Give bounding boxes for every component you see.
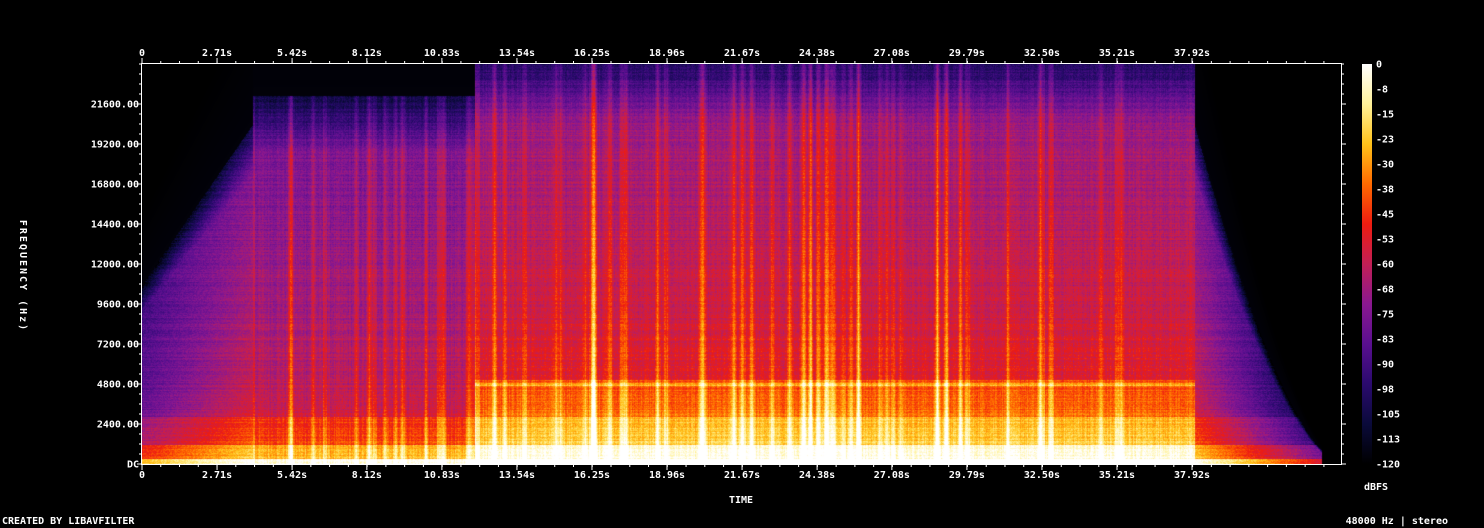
colorbar-label: dBFS — [1364, 482, 1388, 493]
x-tick-label-bottom: 27.08s — [874, 470, 910, 481]
footer-credit: CREATED BY LIBAVFILTER — [2, 516, 135, 527]
x-tick-label-top: 2.71s — [202, 48, 232, 59]
colorbar-tick-label: -113 — [1376, 435, 1400, 446]
x-tick-label-bottom: 16.25s — [574, 470, 610, 481]
colorbar-tick-label: -105 — [1376, 410, 1400, 421]
colorbar-tick-label: -15 — [1376, 110, 1394, 121]
x-tick-label-top: 32.50s — [1024, 48, 1060, 59]
plot-area — [141, 63, 1342, 465]
y-tick-label: 4800.00 — [97, 380, 139, 391]
x-tick-label-top: 13.54s — [499, 48, 535, 59]
y-axis-label: FREQUENCY (Hz) — [17, 220, 28, 332]
x-tick-label-bottom: 21.67s — [724, 470, 760, 481]
y-tick-label: DC — [127, 460, 139, 471]
y-tick-label: 21600.00 — [91, 100, 139, 111]
colorbar-gradient — [1362, 64, 1372, 464]
colorbar-tick-label: -68 — [1376, 285, 1394, 296]
x-tick-label-bottom: 37.92s — [1174, 470, 1210, 481]
colorbar-tick-label: -120 — [1376, 460, 1400, 471]
x-tick-label-top: 35.21s — [1099, 48, 1135, 59]
x-tick-label-bottom: 13.54s — [499, 470, 535, 481]
spectrogram-image — [142, 64, 1341, 464]
y-tick-label: 9600.00 — [97, 300, 139, 311]
x-tick-label-bottom: 5.42s — [277, 470, 307, 481]
spectrogram-chart: 0 2.71s 5.42s 8.12s 10.83s 13.54s 16.25s 18.96s… — [17, 48, 1400, 506]
x-tick-label-top: 8.12s — [352, 48, 382, 59]
y-tick-label: 2400.00 — [97, 420, 139, 431]
x-tick-label-top: 24.38s — [799, 48, 835, 59]
x-tick-label-bottom: 35.21s — [1099, 470, 1135, 481]
colorbar-tick-label: -8 — [1376, 85, 1388, 96]
colorbar-tick-label: -90 — [1376, 360, 1394, 371]
colorbar-tick-label: 0 — [1376, 60, 1382, 71]
x-tick-label-top: 0 — [139, 48, 145, 59]
x-tick-label-bottom: 0 — [139, 470, 145, 481]
y-tick-label: 16800.00 — [91, 180, 139, 191]
x-axis-bottom: 0 2.71s 5.42s 8.12s 10.83s 13.54s 16.25s 18.96s… — [139, 464, 1325, 481]
x-tick-label-top: 29.79s — [949, 48, 985, 59]
x-tick-label-bottom: 29.79s — [949, 470, 985, 481]
colorbar-tick-label: -60 — [1376, 260, 1394, 271]
colorbar-tick-label: -98 — [1376, 385, 1394, 396]
x-tick-label-bottom: 32.50s — [1024, 470, 1060, 481]
x-tick-label-top: 5.42s — [277, 48, 307, 59]
colorbar-tick-label: -23 — [1376, 135, 1394, 146]
x-tick-label-bottom: 10.83s — [424, 470, 460, 481]
x-tick-label-top: 10.83s — [424, 48, 460, 59]
y-tick-label: 14400.00 — [91, 220, 139, 231]
colorbar-tick-label: -53 — [1376, 235, 1394, 246]
x-tick-label-top: 27.08s — [874, 48, 910, 59]
footer-audio-info: 48000 Hz | stereo — [1345, 516, 1448, 527]
x-axis-top: 0 2.71s 5.42s 8.12s 10.83s 13.54s 16.25s 18.96s… — [139, 48, 1325, 64]
x-tick-label-bottom: 2.71s — [202, 470, 232, 481]
x-tick-label-top: 16.25s — [574, 48, 610, 59]
colorbar-tick-label: -83 — [1376, 335, 1394, 346]
colorbar-tick-label: -38 — [1376, 185, 1394, 196]
x-axis-label: TIME — [729, 495, 753, 506]
colorbar-tick-label: -45 — [1376, 210, 1394, 221]
x-tick-label-bottom: 18.96s — [649, 470, 685, 481]
x-tick-label-top: 21.67s — [724, 48, 760, 59]
colorbar-tick-label: -30 — [1376, 160, 1394, 171]
x-tick-label-bottom: 8.12s — [352, 470, 382, 481]
y-tick-label: 19200.00 — [91, 140, 139, 151]
y-tick-label: 12000.00 — [91, 260, 139, 271]
colorbar-tick-label: -75 — [1376, 310, 1394, 321]
x-tick-label-bottom: 24.38s — [799, 470, 835, 481]
y-tick-label: 7200.00 — [97, 340, 139, 351]
x-tick-label-top: 18.96s — [649, 48, 685, 59]
colorbar: 0 -8 -15 -23 -30 -38 -45 -53 -60 -68 -75 -83 -90 -98 -… — [1362, 60, 1400, 471]
x-tick-label-top: 37.92s — [1174, 48, 1210, 59]
